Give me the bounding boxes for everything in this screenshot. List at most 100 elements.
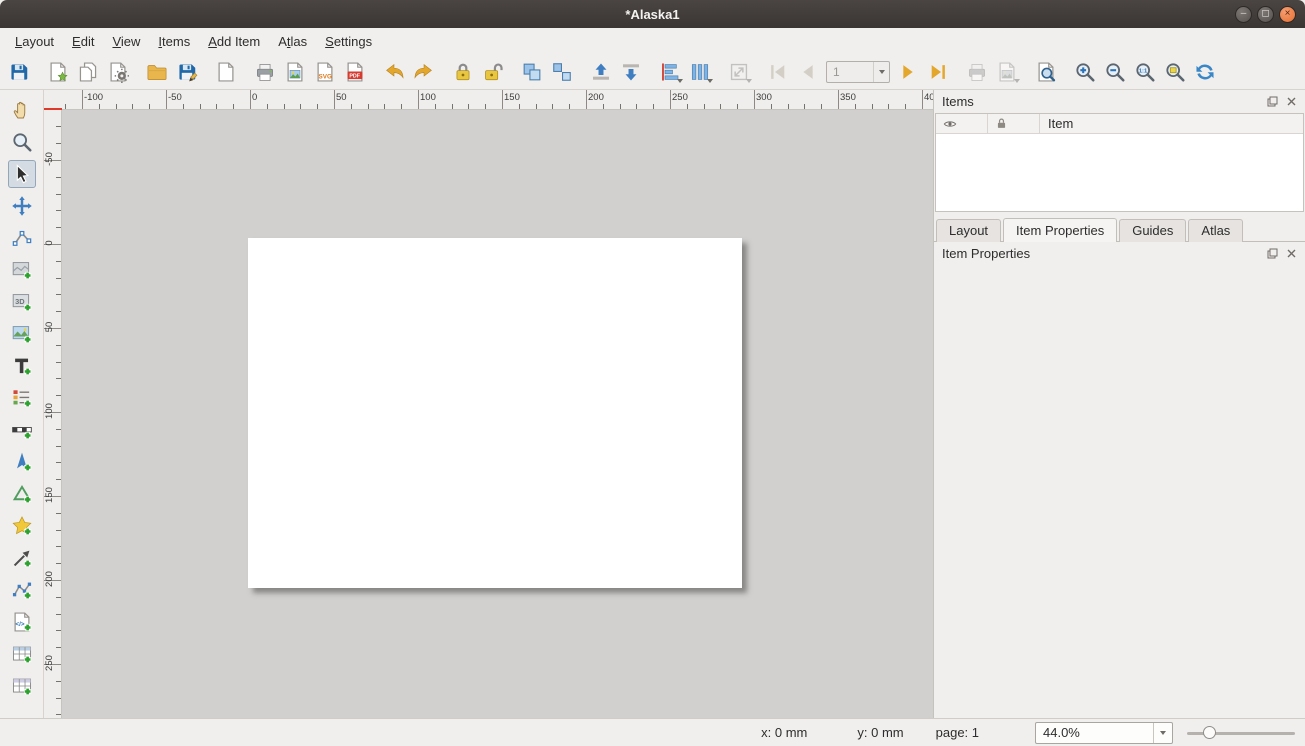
add-attribute-table-button[interactable] <box>8 640 36 668</box>
refresh-view-button[interactable] <box>1191 58 1219 86</box>
zoom-button[interactable] <box>8 128 36 156</box>
save-as-template-button[interactable] <box>173 58 201 86</box>
zoom-level-combo[interactable]: 44.0% <box>1035 722 1173 744</box>
items-list: Item <box>935 113 1304 212</box>
atlas-previous-feature-button <box>794 58 822 86</box>
zoom-slider[interactable] <box>1187 723 1295 743</box>
group-items-button[interactable] <box>518 58 546 86</box>
tab-item-properties[interactable]: Item Properties <box>1003 218 1117 242</box>
toolbar-separator <box>241 54 250 89</box>
dropdown-arrow-icon <box>1014 79 1020 83</box>
atlas-last-feature-button[interactable] <box>924 58 952 86</box>
close-panel-button[interactable] <box>1285 247 1298 260</box>
export-as-pdf-button[interactable]: PDF <box>341 58 369 86</box>
ruler-tick <box>56 194 61 195</box>
export-as-svg-button[interactable]: SVG <box>311 58 339 86</box>
add-arrow-button[interactable] <box>8 544 36 572</box>
move-item-content-button[interactable] <box>8 192 36 220</box>
tab-atlas[interactable]: Atlas <box>1188 219 1243 242</box>
menu-view[interactable]: View <box>103 31 149 52</box>
add-arrow-icon <box>11 547 33 569</box>
layout-page[interactable] <box>248 238 742 588</box>
menu-items[interactable]: Items <box>149 31 199 52</box>
add-html-button[interactable]: </> <box>8 608 36 636</box>
layout-canvas[interactable] <box>62 110 933 718</box>
edit-nodes-item-button[interactable] <box>8 224 36 252</box>
printer-icon <box>254 61 276 83</box>
zoom-out-button[interactable] <box>1101 58 1129 86</box>
float-panel-button[interactable] <box>1266 247 1279 260</box>
zoom-actual-button[interactable]: 1:1 <box>1131 58 1159 86</box>
unlock-all-button[interactable] <box>479 58 507 86</box>
unlock-icon <box>482 61 504 83</box>
menu-add-item[interactable]: Add Item <box>199 31 269 52</box>
zoom-full-button[interactable] <box>1161 58 1189 86</box>
pan-layout-button[interactable] <box>8 96 36 124</box>
close-button[interactable]: × <box>1279 6 1296 23</box>
add-map-button[interactable] <box>8 256 36 284</box>
left-toolbar: 3D </> <box>0 90 44 718</box>
duplicate-layout-button[interactable] <box>74 58 102 86</box>
add-scale-bar-button[interactable] <box>8 416 36 444</box>
align-items-button[interactable] <box>656 58 684 86</box>
tab-guides[interactable]: Guides <box>1119 219 1186 242</box>
ruler-label: 0 <box>44 231 56 255</box>
export-as-image-button[interactable] <box>281 58 309 86</box>
ruler-tick <box>435 104 436 109</box>
menu-settings[interactable]: Settings <box>316 31 381 52</box>
menu-edit[interactable]: Edit <box>63 31 103 52</box>
undo-button[interactable] <box>380 58 408 86</box>
horizontal-ruler[interactable]: -100-50050100150200250300350400 <box>62 90 933 110</box>
add-legend-button[interactable] <box>8 384 36 412</box>
add-north-arrow-button[interactable] <box>8 448 36 476</box>
select-move-item-button[interactable] <box>8 160 36 188</box>
toolbar-separator <box>370 54 379 89</box>
close-icon <box>1286 248 1297 259</box>
new-layout-button[interactable] <box>44 58 72 86</box>
add-shape-button[interactable] <box>8 480 36 508</box>
ruler-tick <box>620 104 621 109</box>
atlas-next-feature-button[interactable] <box>894 58 922 86</box>
export-pdf-icon: PDF <box>344 61 366 83</box>
save-project-button[interactable] <box>5 58 33 86</box>
add-3d-map-button[interactable]: 3D <box>8 288 36 316</box>
close-panel-button[interactable] <box>1285 95 1298 108</box>
ruler-indicator <box>44 108 62 110</box>
ruler-tick <box>821 104 822 109</box>
menu-atlas[interactable]: Atlas <box>269 31 316 52</box>
print-layout-button[interactable] <box>251 58 279 86</box>
zoom-slider-handle[interactable] <box>1203 726 1216 739</box>
layout-manager-button[interactable] <box>104 58 132 86</box>
ruler-label: 300 <box>756 92 772 103</box>
add-label-button[interactable] <box>8 352 36 380</box>
lower-items-button[interactable] <box>617 58 645 86</box>
preview-atlas-button[interactable] <box>1032 58 1060 86</box>
vertical-ruler[interactable]: -50050100150200250 <box>44 110 62 718</box>
distribute-items-button[interactable] <box>686 58 714 86</box>
raise-items-button[interactable] <box>587 58 615 86</box>
add-node-item-button[interactable] <box>8 576 36 604</box>
menu-layout[interactable]: Layout <box>6 31 63 52</box>
ungroup-items-button[interactable] <box>548 58 576 86</box>
zoom-dropdown-button[interactable] <box>1153 723 1172 743</box>
maximize-button[interactable]: ◻ <box>1257 6 1274 23</box>
load-from-template-button[interactable] <box>143 58 171 86</box>
add-picture-button[interactable] <box>8 320 36 348</box>
ruler-tick <box>384 104 385 109</box>
ruler-tick <box>250 90 251 109</box>
lock-selected-items-button[interactable] <box>449 58 477 86</box>
tab-layout[interactable]: Layout <box>936 219 1001 242</box>
zoom-in-button[interactable] <box>1071 58 1099 86</box>
redo-button[interactable] <box>410 58 438 86</box>
minimize-button[interactable]: – <box>1235 6 1252 23</box>
items-list-body[interactable] <box>936 134 1303 211</box>
add-fixed-table-button[interactable] <box>8 672 36 700</box>
add-marker-button[interactable] <box>8 512 36 540</box>
add-pages-button[interactable] <box>212 58 240 86</box>
nav-first-icon <box>767 61 789 83</box>
dropdown-arrow-icon <box>1160 731 1166 735</box>
page-gear-icon <box>107 61 129 83</box>
ruler-label: 200 <box>44 567 56 591</box>
float-panel-button[interactable] <box>1266 95 1279 108</box>
ruler-tick <box>56 546 61 547</box>
